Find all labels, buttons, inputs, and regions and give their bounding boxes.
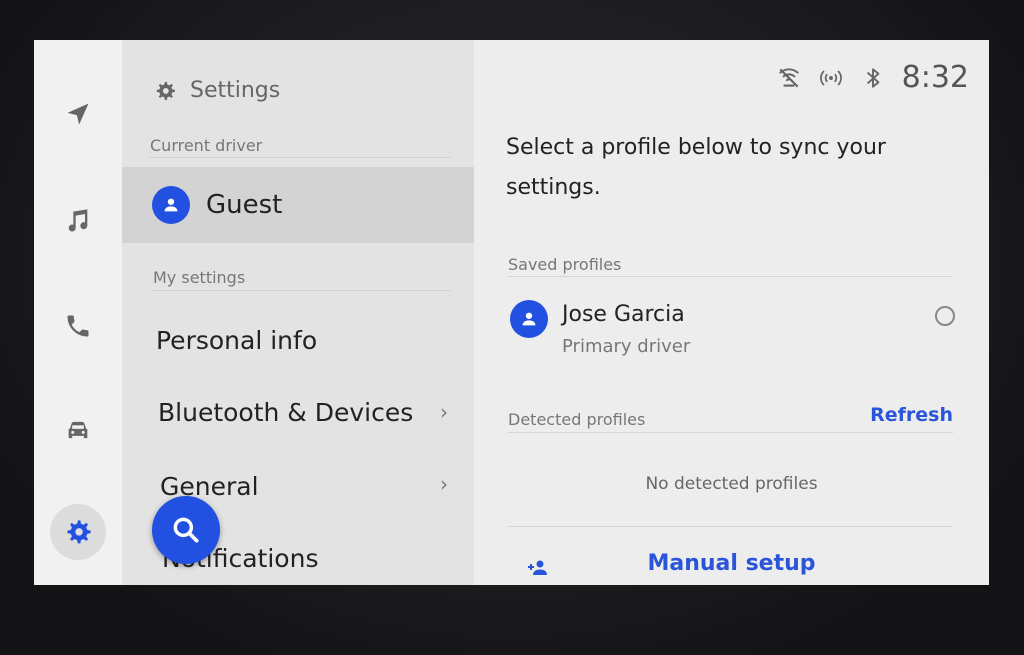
menu-item-general[interactable]: General bbox=[160, 472, 450, 501]
search-icon bbox=[173, 517, 199, 543]
rail-phone-button[interactable] bbox=[50, 298, 106, 354]
sync-prompt: Select a profile below to sync your sett… bbox=[506, 135, 886, 200]
current-driver-label: Current driver bbox=[150, 136, 263, 155]
detected-profiles-label: Detected profiles bbox=[508, 410, 646, 429]
profile-role: Primary driver bbox=[562, 336, 691, 357]
rail-settings-button[interactable] bbox=[50, 504, 106, 560]
music-icon bbox=[68, 209, 88, 232]
person-icon bbox=[164, 198, 178, 212]
infotainment-screen: Settings Current driver Guest My setting… bbox=[34, 40, 989, 585]
my-settings-label: My settings bbox=[153, 268, 246, 287]
avatar bbox=[152, 186, 190, 224]
current-driver-row[interactable]: Guest bbox=[122, 167, 474, 243]
manual-setup-button[interactable]: Manual setup bbox=[474, 548, 989, 585]
settings-header: Settings bbox=[154, 78, 280, 103]
empty-state-text: No detected profiles bbox=[645, 474, 818, 494]
clock: 8:32 bbox=[901, 60, 969, 95]
manual-setup-label: Manual setup bbox=[647, 551, 816, 576]
profile-select-radio[interactable] bbox=[935, 306, 955, 326]
chevron-right-icon: › bbox=[440, 400, 448, 424]
menu-item-personal-info[interactable]: Personal info bbox=[156, 326, 446, 355]
divider bbox=[152, 290, 450, 291]
gear-icon bbox=[156, 81, 175, 100]
saved-profiles-label: Saved profiles bbox=[508, 255, 622, 274]
divider bbox=[150, 157, 450, 158]
rail-vehicle-button[interactable] bbox=[50, 402, 106, 458]
saved-profile-row[interactable]: Jose Garcia Primary driver bbox=[510, 298, 955, 368]
page-title: Settings bbox=[190, 78, 281, 103]
wireless-signal-icon bbox=[819, 69, 842, 86]
search-button[interactable] bbox=[152, 496, 220, 564]
avatar bbox=[510, 300, 548, 338]
profile-sync-pane: 8:32 Select a profile below to sync your… bbox=[474, 40, 989, 585]
app-rail bbox=[34, 40, 122, 585]
menu-item-bluetooth-devices[interactable]: Bluetooth & Devices bbox=[158, 398, 448, 427]
rail-navigation-button[interactable] bbox=[50, 86, 106, 142]
divider bbox=[508, 276, 953, 277]
rail-music-button[interactable] bbox=[50, 193, 106, 249]
current-driver-name: Guest bbox=[206, 190, 283, 220]
phone-icon bbox=[67, 315, 89, 337]
divider bbox=[508, 526, 953, 527]
refresh-button[interactable]: Refresh bbox=[870, 404, 953, 426]
car-icon bbox=[68, 421, 88, 439]
person-icon bbox=[522, 312, 536, 326]
profile-name: Jose Garcia bbox=[562, 302, 685, 327]
chevron-right-icon: › bbox=[440, 472, 448, 496]
gear-icon bbox=[67, 520, 91, 544]
bluetooth-icon bbox=[866, 67, 880, 88]
navigation-icon bbox=[67, 103, 89, 125]
status-bar: 8:32 bbox=[776, 60, 969, 95]
divider bbox=[508, 432, 953, 433]
no-connection-icon bbox=[778, 67, 799, 87]
